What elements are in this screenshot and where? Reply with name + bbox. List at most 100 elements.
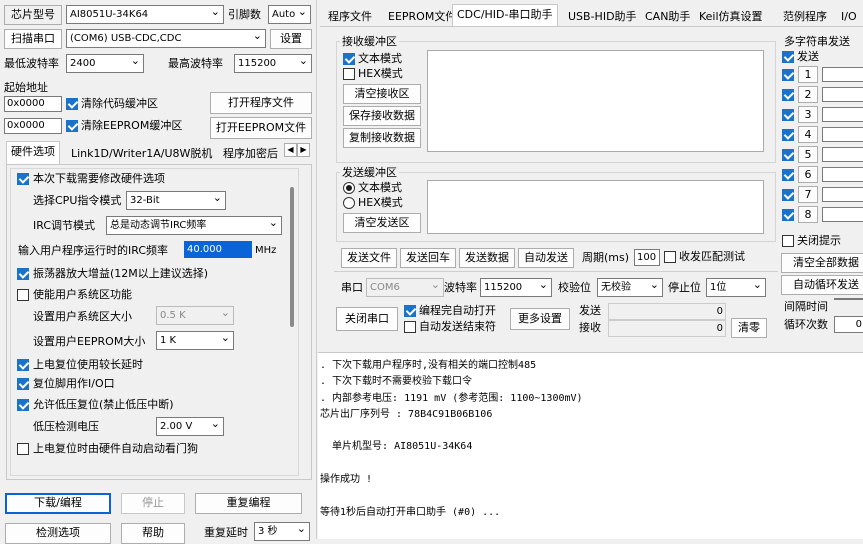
multi-row-input[interactable]: [822, 87, 863, 102]
watchdog-checkbox[interactable]: [17, 443, 29, 455]
low-voltage-reset-checkbox[interactable]: [17, 399, 29, 411]
tab-encryption[interactable]: 程序加密后: [218, 143, 284, 163]
multi-row-send-button[interactable]: 2: [798, 86, 818, 103]
modify-hardware-checkbox[interactable]: [17, 173, 29, 185]
baud-rate-select[interactable]: 115200: [480, 278, 552, 297]
close-port-button[interactable]: 关闭串口: [336, 307, 398, 331]
irc-frequency-input[interactable]: 40.000: [184, 241, 252, 258]
multi-row-checkbox[interactable]: [782, 189, 794, 201]
send-text-mode-radio[interactable]: [343, 182, 355, 194]
enable-sys-area-checkbox[interactable]: [17, 289, 29, 301]
clear-code-checkbox[interactable]: [66, 98, 78, 110]
send-enter-button[interactable]: 发送回车: [400, 248, 456, 268]
recv-hex-mode-checkbox[interactable]: [343, 68, 355, 80]
tab-scroll-right-button[interactable]: ▶: [297, 143, 310, 157]
irc-mode-select[interactable]: 总是动态调节IRC频率: [106, 216, 282, 235]
power-delay-checkbox[interactable]: [17, 359, 29, 371]
download-program-button[interactable]: 下载/编程: [5, 493, 111, 514]
serial-port-select[interactable]: COM6: [366, 278, 444, 297]
copy-receive-button[interactable]: 复制接收数据: [343, 128, 421, 148]
multi-row-checkbox[interactable]: [782, 109, 794, 121]
multi-row-send-button[interactable]: 4: [798, 126, 818, 143]
clear-eeprom-checkbox[interactable]: [66, 120, 78, 132]
multi-send-all-checkbox[interactable]: [782, 51, 794, 63]
tab-hardware-options[interactable]: 硬件选项: [6, 141, 60, 164]
tab-program-file[interactable]: 程序文件: [323, 6, 377, 26]
multi-row-checkbox[interactable]: [782, 209, 794, 221]
loop-count-input[interactable]: 0: [834, 316, 863, 333]
max-baud-select[interactable]: 115200: [234, 54, 312, 73]
port-select[interactable]: (COM6) USB-CDC,CDC: [66, 29, 266, 48]
multi-row-send-button[interactable]: 8: [798, 206, 818, 223]
multi-row-send-button[interactable]: 3: [798, 106, 818, 123]
recv-text-mode-checkbox[interactable]: [343, 53, 355, 65]
multi-row-input[interactable]: [822, 107, 863, 122]
tab-examples[interactable]: 范例程序: [778, 6, 832, 26]
auto-end-checkbox[interactable]: [404, 321, 416, 333]
auto-loop-send-button[interactable]: 自动循环发送: [781, 275, 863, 295]
multi-row-input[interactable]: [822, 207, 863, 222]
multi-row-checkbox[interactable]: [782, 169, 794, 181]
reset-io-checkbox[interactable]: [17, 378, 29, 390]
tab-offline[interactable]: Link1D/Writer1A/U8W脱机: [66, 143, 217, 163]
multi-row-input[interactable]: [822, 67, 863, 82]
eeprom-size-select[interactable]: 1 K: [156, 331, 234, 350]
stop-bits-select[interactable]: 1位: [706, 278, 766, 297]
reprogram-button[interactable]: 重复编程: [195, 493, 302, 514]
save-receive-button[interactable]: 保存接收数据: [343, 106, 421, 126]
repeat-delay-select[interactable]: 3 秒: [254, 522, 310, 541]
tab-serial-assistant[interactable]: CDC/HID-串口助手: [452, 4, 558, 27]
settings-button[interactable]: 设置: [270, 29, 312, 49]
open-program-button[interactable]: 打开程序文件: [210, 92, 312, 114]
multi-row-send-button[interactable]: 5: [798, 146, 818, 163]
parity-select[interactable]: 无校验: [597, 278, 663, 297]
multi-row-input[interactable]: [822, 127, 863, 142]
tab-keil-debug[interactable]: Keil仿真设置: [694, 6, 768, 26]
osc-gain-checkbox[interactable]: [17, 268, 29, 280]
multi-row-checkbox[interactable]: [782, 129, 794, 141]
tab-can[interactable]: CAN助手: [640, 6, 695, 26]
multi-row-input[interactable]: [822, 147, 863, 162]
cpu-mode-select[interactable]: 32-Bit: [126, 191, 226, 210]
multi-row-input[interactable]: [822, 167, 863, 182]
send-hex-mode-radio[interactable]: [343, 197, 355, 209]
receive-textarea[interactable]: [427, 50, 764, 152]
send-data-button[interactable]: 发送数据: [459, 248, 515, 268]
tab-io[interactable]: I/O: [836, 6, 862, 26]
clear-all-data-button[interactable]: 清空全部数据: [781, 253, 863, 273]
code-address-input[interactable]: 0x0000: [4, 96, 62, 112]
interval-input[interactable]: [834, 298, 863, 300]
hardware-scrollbar[interactable]: [290, 187, 294, 327]
tab-scroll-left-button[interactable]: ◀: [284, 143, 297, 157]
send-textarea[interactable]: [427, 180, 764, 234]
more-settings-button[interactable]: 更多设置: [510, 308, 570, 330]
multi-row-send-button[interactable]: 1: [798, 66, 818, 83]
multi-row-send-button[interactable]: 6: [798, 166, 818, 183]
lvd-voltage-select[interactable]: 2.00 V: [156, 417, 224, 436]
close-hint-checkbox[interactable]: [782, 235, 794, 247]
clear-receive-button[interactable]: 清空接收区: [343, 84, 421, 104]
auto-send-button[interactable]: 自动发送: [518, 248, 574, 268]
sys-area-size-select[interactable]: 0.5 K: [156, 306, 234, 325]
match-test-checkbox[interactable]: [664, 251, 676, 263]
multi-row-checkbox[interactable]: [782, 149, 794, 161]
multi-row-input[interactable]: [822, 187, 863, 202]
help-button[interactable]: 帮助: [121, 523, 185, 544]
eeprom-address-input[interactable]: 0x0000: [4, 118, 62, 134]
clear-count-button[interactable]: 清零: [731, 318, 767, 338]
multi-row-checkbox[interactable]: [782, 69, 794, 81]
log-output[interactable]: . 下次下载用户程序时,没有相关的端口控制485 . 下次下载时不需要校验下载口令…: [318, 352, 863, 539]
min-baud-select[interactable]: 2400: [66, 54, 144, 73]
period-input[interactable]: 100: [634, 249, 660, 266]
auto-open-checkbox[interactable]: [404, 305, 416, 317]
detect-options-button[interactable]: 检测选项: [5, 523, 111, 544]
multi-row-send-button[interactable]: 7: [798, 186, 818, 203]
scan-port-button[interactable]: 扫描串口: [4, 29, 62, 49]
tab-usb-hid[interactable]: USB-HID助手: [563, 6, 642, 26]
stop-button[interactable]: 停止: [121, 493, 185, 514]
open-eeprom-button[interactable]: 打开EEPROM文件: [210, 117, 312, 139]
clear-send-button[interactable]: 清空发送区: [343, 213, 421, 233]
multi-row-checkbox[interactable]: [782, 89, 794, 101]
chip-select[interactable]: AI8051U-34K64: [66, 5, 224, 24]
pins-select[interactable]: Auto: [268, 5, 311, 24]
